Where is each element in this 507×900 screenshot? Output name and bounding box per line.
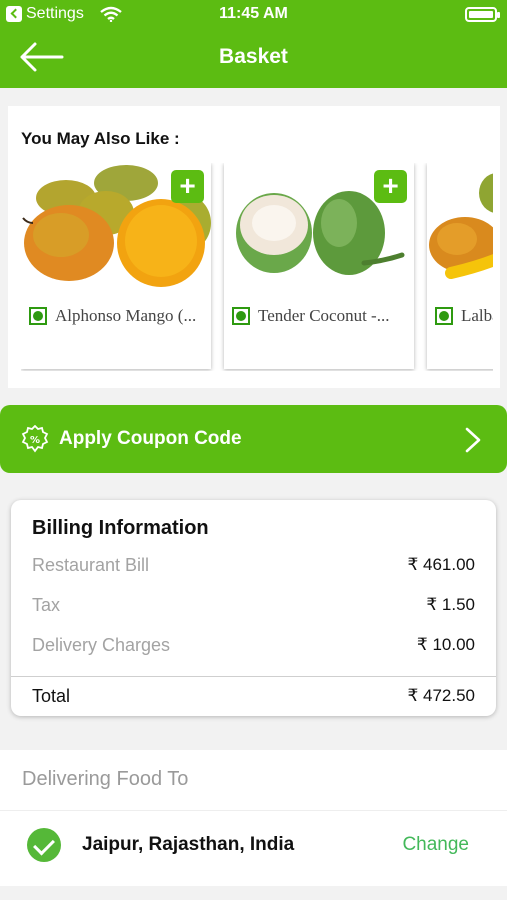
- delivery-heading: Delivering Food To: [22, 768, 189, 790]
- billing-divider: [11, 676, 496, 677]
- product-card[interactable]: + Tender Coconut -...: [224, 163, 414, 369]
- add-to-cart-button[interactable]: +: [171, 170, 204, 203]
- check-circle-icon: [27, 828, 61, 862]
- chevron-right-icon: [463, 427, 483, 453]
- bill-value: ₹ 10.00: [416, 635, 475, 654]
- bill-row-total: Total ₹ 472.50: [32, 686, 475, 710]
- app-header: Settings 11:45 AM Basket: [0, 0, 507, 88]
- bill-label: Restaurant Bill: [32, 555, 150, 575]
- coupon-percent-icon: %: [21, 424, 49, 453]
- bill-row-tax: Tax ₹ 1.50: [32, 595, 475, 619]
- page-title: Basket: [219, 45, 288, 68]
- veg-indicator-icon: [29, 307, 47, 325]
- coupon-label: Apply Coupon Code: [59, 428, 242, 449]
- total-value: ₹ 472.50: [407, 686, 475, 705]
- delivery-divider: [0, 810, 507, 811]
- bill-label: Tax: [32, 595, 61, 615]
- product-image-coconut: +: [224, 163, 414, 295]
- suggestions-heading: You May Also Like :: [21, 129, 180, 148]
- veg-indicator-icon: [435, 307, 453, 325]
- change-address-button[interactable]: Change: [402, 834, 469, 856]
- product-name: Lalbagh Mango: [461, 306, 493, 325]
- product-card[interactable]: + Lalbagh Mango: [427, 163, 493, 369]
- bill-row-restaurant: Restaurant Bill ₹ 461.00: [32, 555, 475, 579]
- suggestions-carousel[interactable]: + Alphonso Mango (... + Tender Coconut -…: [21, 163, 493, 371]
- bill-value: ₹ 1.50: [426, 595, 475, 614]
- add-to-cart-button[interactable]: +: [374, 170, 407, 203]
- delivery-address: Jaipur, Rajasthan, India: [82, 834, 295, 855]
- veg-indicator-icon: [232, 307, 250, 325]
- status-time: 11:45 AM: [219, 5, 288, 22]
- bill-row-delivery: Delivery Charges ₹ 10.00: [32, 635, 475, 659]
- total-label: Total: [32, 686, 71, 706]
- svg-text:%: %: [30, 435, 40, 446]
- suggestions-section: You May Also Like : + Alphonso Mango (..…: [8, 106, 500, 388]
- product-name: Tender Coconut -...: [258, 306, 390, 325]
- product-image-lalbagh-mango: +: [427, 163, 493, 295]
- bill-value: ₹ 461.00: [407, 555, 475, 574]
- billing-card: Billing Information Restaurant Bill ₹ 46…: [11, 500, 496, 716]
- product-card[interactable]: + Alphonso Mango (...: [21, 163, 211, 369]
- bill-label: Delivery Charges: [32, 635, 171, 655]
- billing-title: Billing Information: [32, 517, 209, 539]
- status-bar: Settings 11:45 AM: [0, 0, 507, 30]
- delivery-section: Delivering Food To Jaipur, Rajasthan, In…: [0, 750, 507, 886]
- battery-icon: [465, 7, 500, 22]
- product-name: Alphonso Mango (...: [55, 306, 197, 325]
- apply-coupon-button[interactable]: % Apply Coupon Code: [0, 405, 507, 473]
- product-image-mango: +: [21, 163, 211, 295]
